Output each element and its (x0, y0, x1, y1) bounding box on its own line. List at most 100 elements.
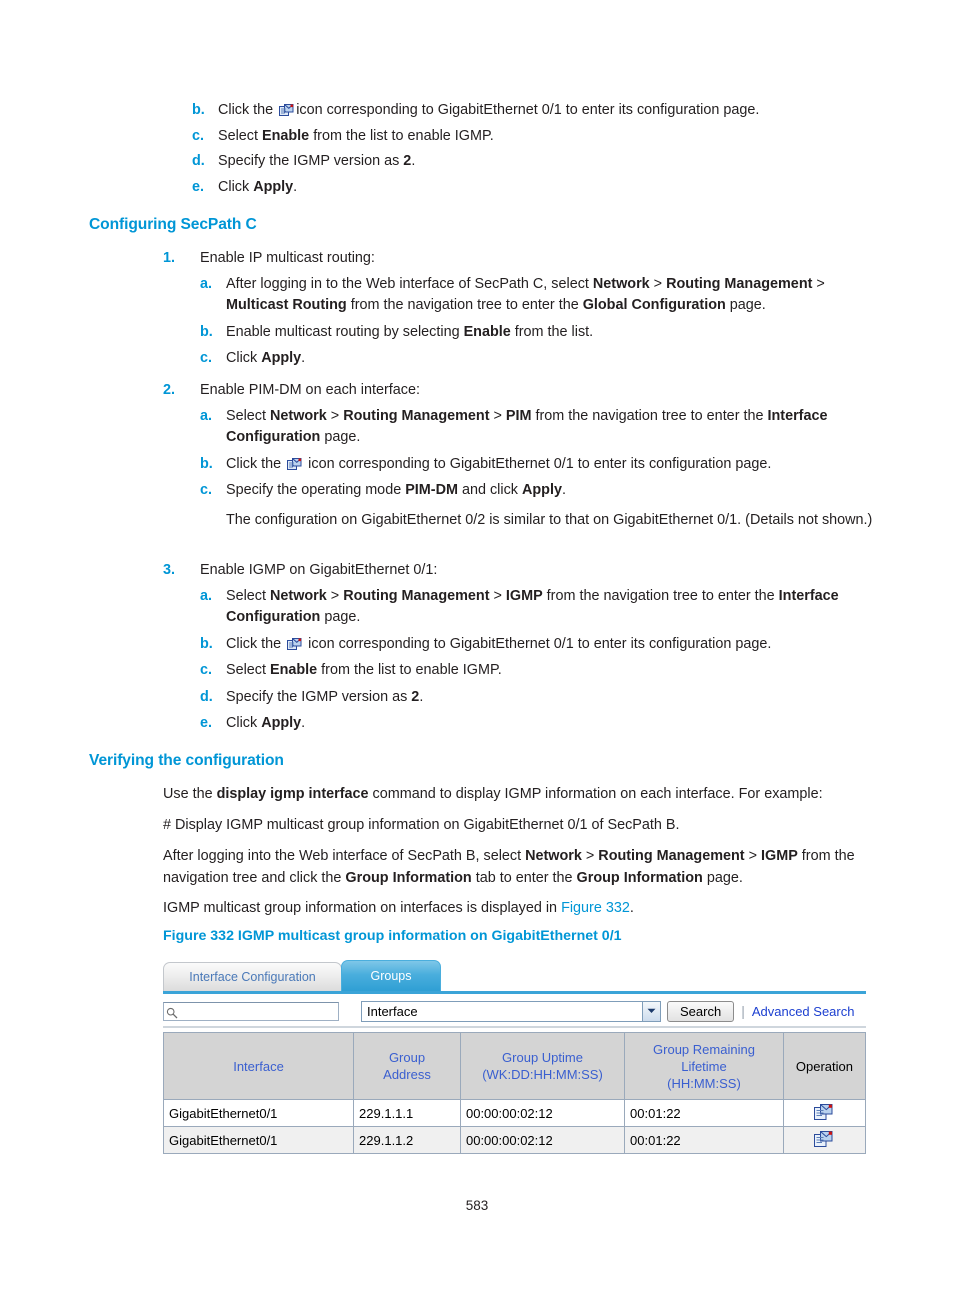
cell-group-remaining-lifetime: 00:01:22 (624, 1099, 784, 1127)
list-item: c. Click Apply. (200, 348, 883, 370)
step-1-substeps: a. After logging in to the Web interface… (200, 274, 883, 370)
header-line: Group Remaining (653, 1041, 755, 1057)
list-item: b. Click the icon corresponding to Gigab… (200, 634, 883, 656)
text-fragment: Enable multicast routing by selecting (226, 323, 464, 340)
list-marker: a. (200, 275, 213, 292)
tab-groups[interactable]: Groups (341, 960, 441, 991)
text-fragment: . (411, 153, 416, 169)
text-fragment: page. (725, 297, 766, 313)
emphasis: Apply (253, 178, 294, 195)
search-input[interactable] (163, 1001, 339, 1021)
figure-igmp-group-information-screenshot: Interface Configuration Groups Interface… (162, 956, 867, 1154)
emphasis: PIM (505, 407, 532, 424)
text-fragment: > (326, 407, 344, 424)
text-fragment: . (293, 178, 298, 195)
step-2-note: The configuration on GigabitEthernet 0/2… (226, 511, 873, 528)
emphasis: Global Configuration (582, 297, 726, 313)
emphasis: Apply (261, 350, 302, 366)
list-item-text: Enable multicast routing by selecting En… (226, 322, 883, 344)
list-marker: a. (200, 407, 213, 424)
text-fragment: tab to enter the (471, 869, 577, 886)
text-fragment: from the navigation tree to enter the (531, 407, 768, 424)
cell-group-uptime: 00:00:00:02:12 (459, 1099, 626, 1127)
list-item: b. Click the icon corresponding to Gigab… (192, 100, 882, 122)
text-fragment: page. (320, 609, 361, 625)
emphasis: Apply (521, 482, 562, 498)
page-number: 583 (465, 1198, 489, 1213)
page-heading-configuring-secpath-c: Configuring SecPath C (89, 216, 257, 233)
verify-paragraph-2: # Display IGMP multicast group informati… (163, 817, 680, 833)
list-item: d. Specify the IGMP version as 2. (192, 151, 882, 173)
text-fragment: Click (226, 715, 262, 731)
list-item: a. Select Network > Routing Management >… (200, 586, 883, 629)
document-page: b. Click the icon corresponding to Gigab… (0, 0, 954, 1296)
table-row: GigabitEthernet0/1 229.1.1.1 00:00:00:02… (162, 1099, 867, 1127)
column-header-group-uptime[interactable]: Group Uptime (WK:DD:HH:MM:SS) (459, 1032, 626, 1100)
list-item-text: Select Network > Routing Management > IG… (226, 586, 883, 629)
list-item: e. Click Apply. (200, 713, 883, 735)
list-item: a. After logging in to the Web interface… (200, 274, 883, 317)
emphasis: Routing Management (666, 275, 813, 292)
text-fragment: . (561, 482, 566, 498)
text-fragment: Specify the operating mode (226, 482, 406, 498)
list-marker: b. (200, 323, 213, 340)
group-information-table: Interface Group Address Group Uptime (WK… (162, 1032, 867, 1154)
search-field-select[interactable]: Interface (361, 1000, 661, 1022)
cell-operation (782, 1099, 867, 1127)
emphasis: IGMP (761, 848, 798, 864)
text-fragment: Select (218, 127, 258, 144)
cell-group-address: 229.1.1.2 (353, 1126, 461, 1154)
text-fragment: Select (226, 407, 270, 424)
verify-paragraph-4: IGMP multicast group information on inte… (163, 898, 868, 920)
chevron-down-icon[interactable] (642, 1001, 660, 1021)
emphasis: Network (270, 587, 327, 604)
search-button[interactable]: Search (667, 1000, 735, 1022)
column-header-group-address[interactable]: Group Address (353, 1032, 461, 1100)
text-fragment: and click (457, 482, 522, 498)
advanced-search-link[interactable]: Advanced Search (752, 1004, 855, 1019)
step-3-block: 3. Enable IGMP on GigabitEthernet 0/1: a… (163, 560, 883, 735)
list-item: d. Specify the IGMP version as 2. (200, 687, 883, 709)
figure-cross-reference-link[interactable]: Figure 332 (561, 900, 630, 916)
list-marker: d. (192, 153, 205, 169)
header-line: (HH:MM:SS) (667, 1075, 741, 1091)
list-marker: b. (200, 455, 213, 472)
search-field-select-value: Interface (367, 1003, 418, 1019)
cell-operation (782, 1126, 867, 1154)
edit-document-icon[interactable] (814, 1130, 833, 1148)
tab-interface-configuration[interactable]: Interface Configuration (163, 962, 342, 991)
list-marker: 1. (163, 250, 176, 266)
edit-document-icon (287, 457, 302, 471)
search-text-field[interactable] (180, 1003, 339, 1021)
list-item: c. Select Enable from the list to enable… (192, 126, 882, 148)
text-fragment: > (744, 848, 762, 864)
list-item-text: Enable IP multicast routing: (200, 250, 375, 266)
edit-document-icon[interactable] (814, 1103, 833, 1121)
header-line: (WK:DD:HH:MM:SS) (482, 1067, 603, 1082)
emphasis: Enable (270, 662, 318, 678)
search-toolbar: Interface Search | Advanced Search (163, 994, 866, 1028)
text-fragment: icon corresponding to GigabitEthernet 0/… (304, 635, 772, 652)
search-icon (166, 1006, 178, 1018)
list-item: 1. Enable IP multicast routing: (163, 248, 883, 270)
emphasis: Routing Management (598, 848, 745, 864)
list-item: b. Click the icon corresponding to Gigab… (200, 454, 883, 476)
step-2-block: 2. Enable PIM-DM on each interface: a. S… (163, 380, 883, 531)
list-item: a. Select Network > Routing Management >… (200, 406, 883, 449)
list-marker: b. (200, 635, 213, 652)
list-item-text: Click the icon corresponding to GigabitE… (218, 100, 882, 122)
emphasis: Enable (262, 127, 310, 144)
step-3-substeps: a. Select Network > Routing Management >… (200, 586, 883, 735)
list-item: b. Enable multicast routing by selecting… (200, 322, 883, 344)
text-fragment: command to display IGMP information on e… (368, 786, 823, 802)
text-fragment: Click the (226, 455, 286, 472)
emphasis: Network (270, 407, 327, 424)
text-fragment: . (419, 688, 424, 705)
list-marker: e. (200, 715, 213, 731)
text-fragment: page. (320, 429, 361, 445)
list-item: e. Click Apply. (192, 177, 882, 199)
list-marker: e. (192, 178, 205, 195)
column-header-interface[interactable]: Interface (162, 1032, 355, 1100)
text-fragment: from the list to enable IGMP. (317, 662, 502, 678)
column-header-group-remaining-lifetime[interactable]: Group Remaining Lifetime (HH:MM:SS) (624, 1032, 784, 1100)
